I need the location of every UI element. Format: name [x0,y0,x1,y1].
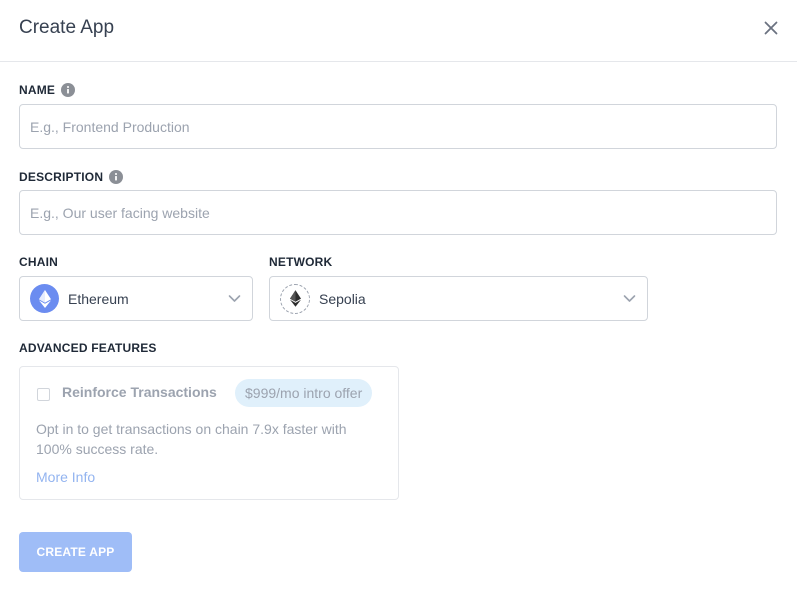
description-label: DESCRIPTION [19,170,124,184]
price-badge: $999/mo intro offer [235,379,373,407]
network-select[interactable]: Sepolia [269,276,648,321]
description-label-text: DESCRIPTION [19,170,104,184]
create-app-modal: Create App NAME DESCRIPTION [0,0,797,589]
modal-header: Create App [0,0,797,62]
feature-description: Opt in to get transactions on chain 7.9x… [36,421,347,457]
name-label-text: NAME [19,83,56,97]
reinforce-transactions-checkbox[interactable] [37,388,50,401]
network-label: NETWORK [269,255,332,269]
close-icon [764,21,778,35]
chevron-down-icon [228,292,241,305]
more-info-link[interactable]: More Info [36,469,95,485]
name-label: NAME [19,83,76,97]
reinforce-transactions-card: Reinforce Transactions $999/mo intro off… [19,366,399,500]
network-selected-value: Sepolia [319,290,366,307]
modal-title: Create App [19,17,115,38]
feature-title: Reinforce Transactions [62,384,217,400]
chain-selected-value: Ethereum [68,290,129,307]
description-input[interactable] [19,190,777,235]
info-icon[interactable] [109,170,124,184]
chain-label: CHAIN [19,255,58,269]
ethereum-icon [30,284,59,313]
info-icon[interactable] [61,83,76,97]
name-input[interactable] [19,104,777,149]
create-app-button[interactable]: CREATE APP [19,532,132,572]
advanced-features-label: ADVANCED FEATURES [19,341,157,355]
ethereum-icon [280,283,310,314]
chain-select[interactable]: Ethereum [19,276,253,321]
advanced-features-label-text: ADVANCED FEATURES [19,341,157,355]
network-label-text: NETWORK [269,255,333,269]
chain-label-text: CHAIN [19,255,58,269]
close-button[interactable] [760,17,782,39]
chevron-down-icon [623,292,636,305]
